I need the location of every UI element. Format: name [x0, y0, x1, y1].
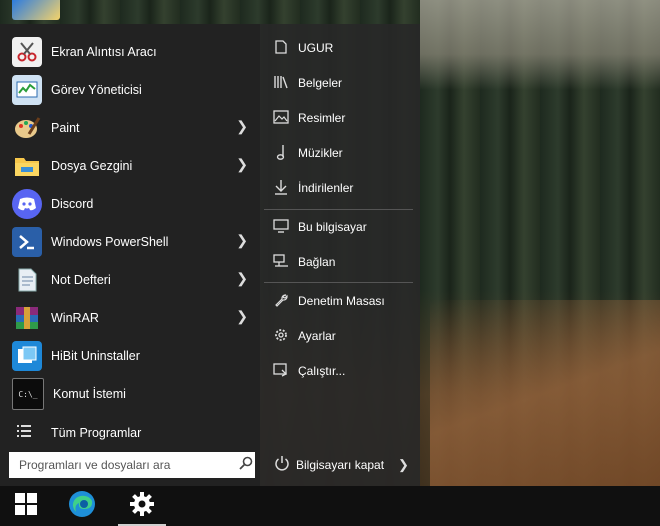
- folder-icon: [12, 151, 42, 181]
- windows-start-icon: [14, 492, 38, 521]
- place-run[interactable]: Çalıştır...: [264, 355, 414, 387]
- app-label: Not Defteri: [51, 273, 111, 287]
- app-item-file-explorer[interactable]: Dosya Gezgini ❯: [0, 147, 260, 185]
- chevron-right-icon[interactable]: ❯: [398, 457, 409, 473]
- chevron-right-icon[interactable]: ❯: [236, 308, 248, 325]
- place-music[interactable]: Müzikler: [264, 137, 414, 169]
- run-icon: [272, 362, 290, 380]
- app-label: Ekran Alıntısı Aracı: [51, 45, 157, 59]
- notepad-icon: [12, 265, 42, 295]
- chevron-right-icon[interactable]: ❯: [236, 232, 248, 249]
- taskbar-settings[interactable]: [118, 486, 166, 526]
- hibit-icon: [12, 341, 42, 371]
- app-item-powershell[interactable]: Windows PowerShell ❯: [0, 223, 260, 261]
- place-documents[interactable]: Belgeler: [264, 67, 414, 99]
- scissors-icon: [12, 37, 42, 67]
- wallpaper-path: [430, 300, 660, 486]
- place-downloads[interactable]: İndirilenler: [264, 172, 414, 204]
- wrench-icon: [272, 293, 290, 310]
- gear-icon: [272, 327, 290, 346]
- shutdown-button[interactable]: Bilgisayarı kapat ❯: [264, 450, 420, 480]
- paint-palette-icon: [12, 113, 42, 143]
- app-item-paint[interactable]: Paint ❯: [0, 109, 260, 147]
- search-box[interactable]: [9, 452, 255, 478]
- command-prompt-icon: C:\_: [12, 378, 44, 410]
- connect-icon: [272, 253, 290, 271]
- place-control-panel[interactable]: Denetim Masası: [264, 285, 414, 317]
- power-icon: [274, 455, 290, 476]
- menu-divider: [264, 209, 413, 210]
- place-connect[interactable]: Bağlan: [264, 246, 414, 278]
- app-item-command-prompt[interactable]: C:\_ Komut İstemi: [0, 375, 260, 413]
- downloads-icon: [272, 179, 290, 198]
- taskbar-edge[interactable]: [58, 486, 106, 526]
- place-pictures[interactable]: Resimler: [264, 102, 414, 134]
- app-item-hibit-uninstaller[interactable]: HiBit Uninstaller: [0, 337, 260, 375]
- start-button[interactable]: [2, 486, 50, 526]
- app-label: Paint: [51, 121, 80, 135]
- app-item-snipping-tool[interactable]: Ekran Alıntısı Aracı: [0, 33, 260, 71]
- edge-icon: [67, 489, 97, 524]
- menu-divider: [264, 282, 413, 283]
- powershell-icon: [12, 227, 42, 257]
- app-label: Komut İstemi: [53, 387, 126, 401]
- place-user[interactable]: UGUR: [264, 32, 414, 64]
- all-programs-button[interactable]: Tüm Programlar: [0, 418, 260, 448]
- app-label: WinRAR: [51, 311, 99, 325]
- app-item-task-manager[interactable]: Görev Yöneticisi: [0, 71, 260, 109]
- place-label: Bağlan: [298, 255, 336, 269]
- pictures-icon: [272, 109, 290, 127]
- app-label: Görev Yöneticisi: [51, 83, 142, 97]
- place-settings[interactable]: Ayarlar: [264, 320, 414, 352]
- chevron-right-icon[interactable]: ❯: [236, 156, 248, 173]
- winrar-icon: [12, 303, 42, 333]
- place-label: Müzikler: [298, 146, 343, 160]
- app-item-winrar[interactable]: WinRAR ❯: [0, 299, 260, 337]
- app-label: Discord: [51, 197, 94, 211]
- search-input[interactable]: [17, 453, 235, 477]
- place-this-pc[interactable]: Bu bilgisayar: [264, 211, 414, 243]
- shutdown-label: Bilgisayarı kapat: [296, 458, 385, 472]
- list-icon: [17, 424, 31, 443]
- app-item-discord[interactable]: Discord: [0, 185, 260, 223]
- app-item-notepad[interactable]: Not Defteri ❯: [0, 261, 260, 299]
- desktop-shortcut-icon[interactable]: [12, 0, 60, 20]
- taskbar: [0, 486, 660, 526]
- documents-icon: [272, 75, 290, 92]
- chevron-right-icon[interactable]: ❯: [236, 118, 248, 135]
- app-label: Dosya Gezgini: [51, 159, 133, 173]
- computer-icon: [272, 218, 290, 236]
- search-icon[interactable]: [239, 456, 253, 475]
- discord-icon: [12, 189, 42, 219]
- app-label: HiBit Uninstaller: [51, 349, 140, 363]
- place-label: Denetim Masası: [298, 294, 385, 308]
- wallpaper-sky: [420, 0, 660, 90]
- place-label: İndirilenler: [298, 181, 354, 195]
- place-label: Belgeler: [298, 76, 343, 90]
- app-label: Windows PowerShell: [51, 235, 169, 249]
- place-label: Resimler: [298, 111, 346, 125]
- chevron-right-icon[interactable]: ❯: [236, 270, 248, 287]
- settings-gear-icon: [129, 491, 155, 522]
- place-label: UGUR: [298, 41, 334, 55]
- place-label: Ayarlar: [298, 329, 336, 343]
- place-label: Çalıştır...: [298, 364, 346, 378]
- music-icon: [272, 144, 290, 163]
- all-programs-label: Tüm Programlar: [51, 426, 142, 440]
- user-icon: [272, 39, 290, 57]
- task-manager-icon: [12, 75, 42, 105]
- place-label: Bu bilgisayar: [298, 220, 367, 234]
